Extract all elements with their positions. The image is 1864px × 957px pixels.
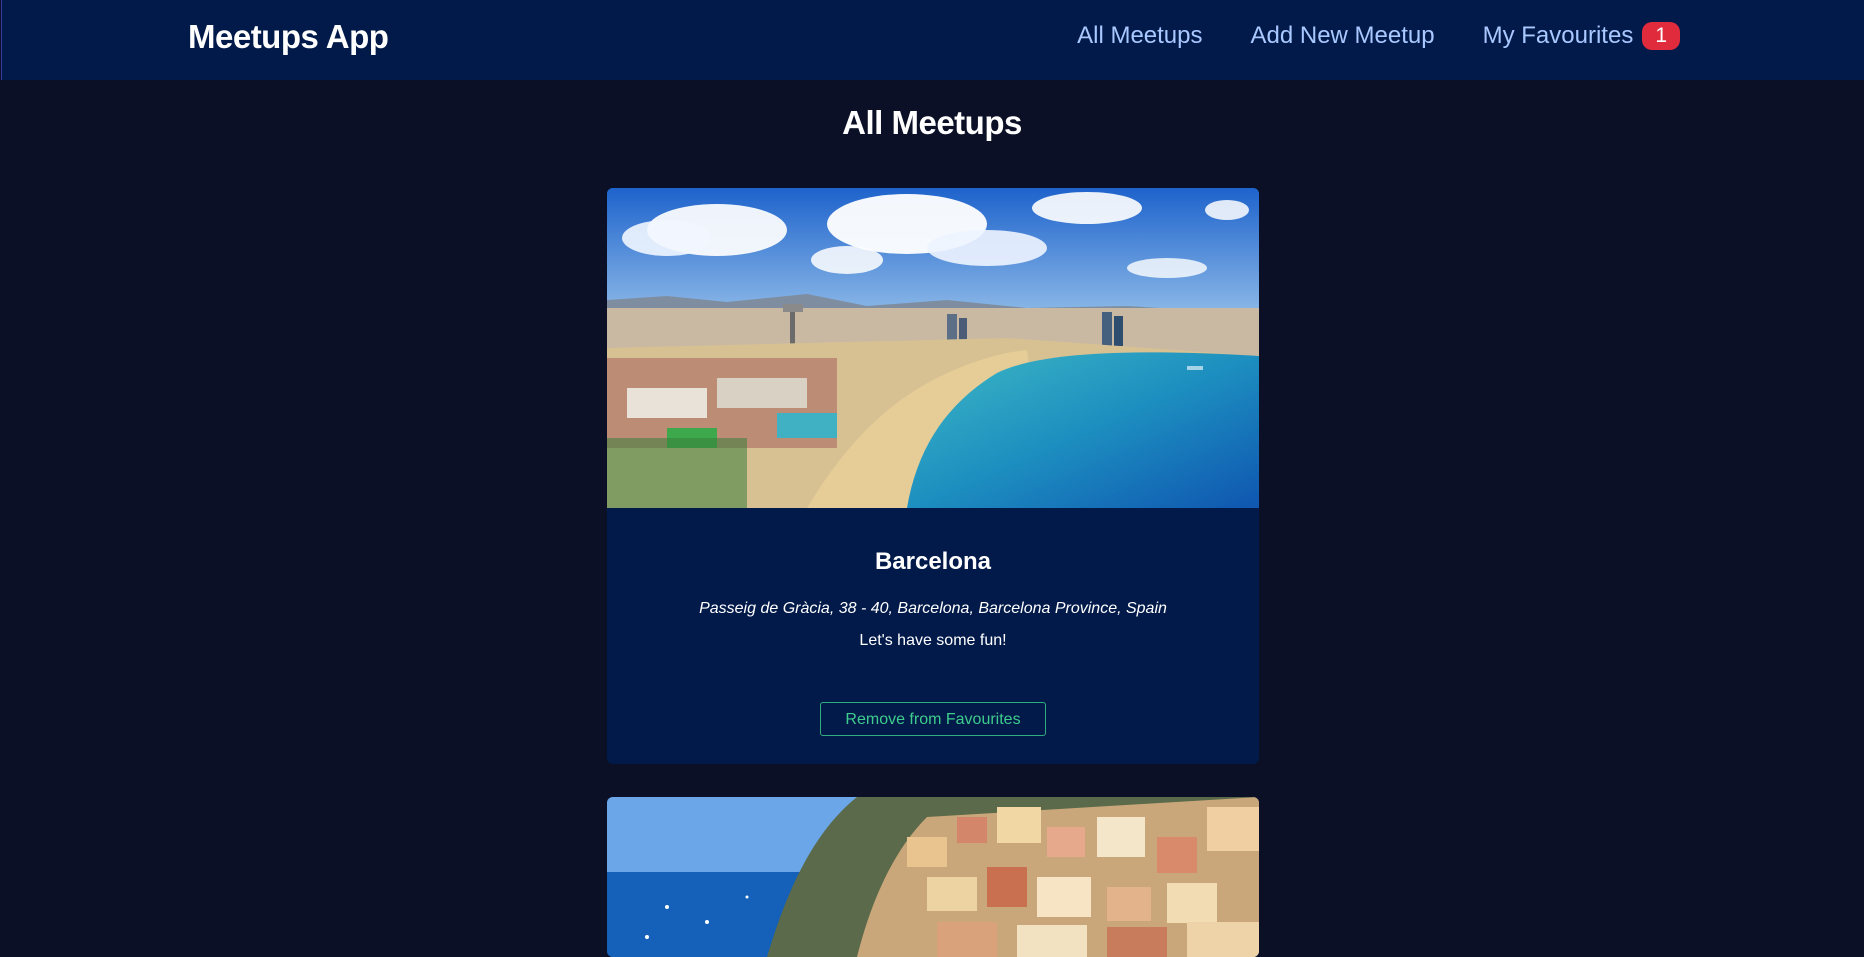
meetup-card-body: Barcelona Passeig de Gràcia, 38 - 40, Ba…	[607, 508, 1259, 736]
meetup-title: Barcelona	[874, 548, 992, 575]
app-header: Meetups App All Meetups Add New Meetup M…	[1, 0, 1864, 80]
nav-my-favourites[interactable]: My Favourites 1	[1483, 22, 1680, 50]
nav-add-new-meetup[interactable]: Add New Meetup	[1251, 22, 1435, 50]
positano-image-art	[607, 797, 1259, 957]
positano-coast-image	[607, 797, 1259, 957]
page-title: All Meetups	[842, 104, 1022, 141]
main-nav: All Meetups Add New Meetup My Favourites…	[1029, 22, 1680, 50]
remove-from-favourites-button[interactable]: Remove from Favourites	[820, 702, 1046, 736]
barcelona-beach-image	[607, 188, 1259, 508]
nav-my-favourites-label: My Favourites	[1482, 22, 1634, 49]
meetup-card	[607, 797, 1259, 957]
barcelona-image-art	[607, 188, 1259, 508]
nav-all-meetups[interactable]: All Meetups	[1077, 22, 1202, 50]
meetup-card: Barcelona Passeig de Gràcia, 38 - 40, Ba…	[607, 188, 1259, 764]
meetup-description: Let's have some fun!	[859, 632, 1007, 649]
app-logo[interactable]: Meetups App	[188, 18, 389, 56]
meetup-address: Passeig de Gràcia, 38 - 40, Barcelona, B…	[699, 600, 1167, 617]
favourites-count-badge: 1	[1642, 22, 1680, 50]
